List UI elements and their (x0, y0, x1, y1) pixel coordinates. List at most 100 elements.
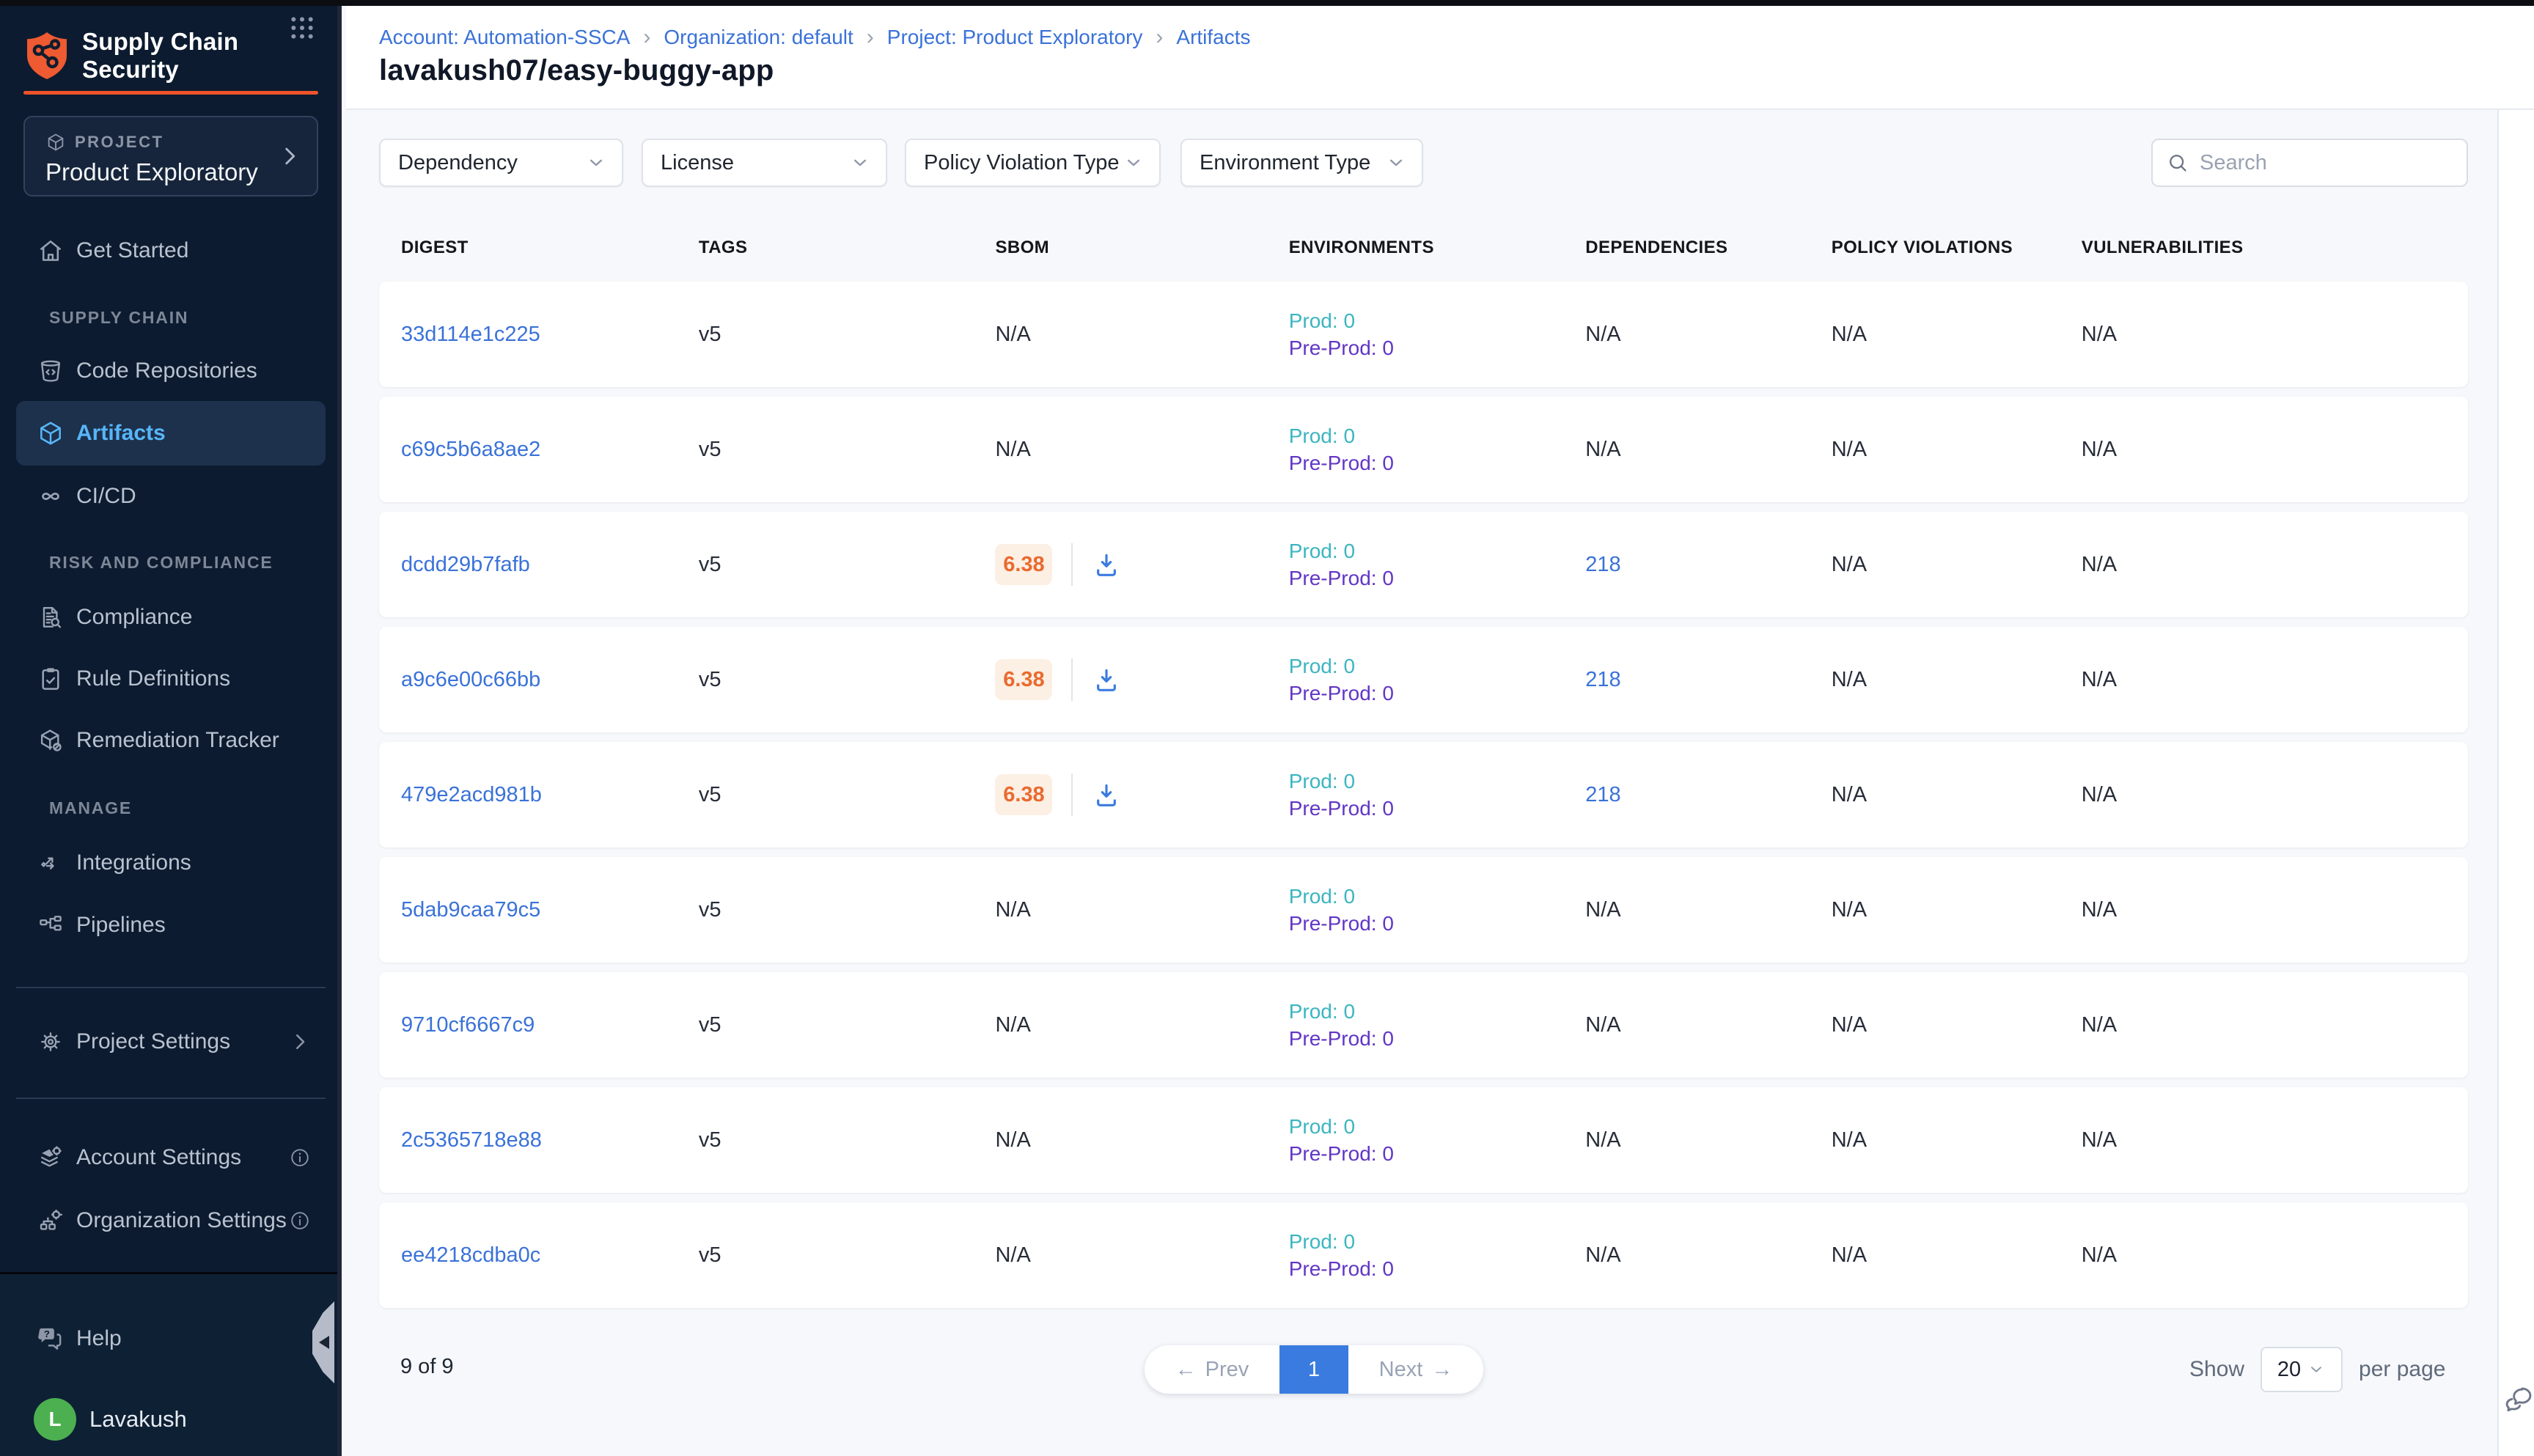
prod-count: Prod: 0 (1289, 537, 1586, 565)
preprod-count: Pre-Prod: 0 (1289, 910, 1586, 937)
digest-link[interactable]: c69c5b6a8ae2 (401, 438, 699, 462)
dependencies-cell: N/A (1585, 1128, 1831, 1152)
digest-link[interactable]: 2c5365718e88 (401, 1128, 699, 1152)
sidebar-item-ci-cd[interactable]: CI/CD (0, 467, 337, 526)
prod-count: Prod: 0 (1289, 1228, 1586, 1255)
row-count: 9 of 9 (400, 1355, 454, 1379)
sbom-cell: N/A (995, 1243, 1288, 1268)
page-size-select[interactable]: 20 (2261, 1347, 2343, 1392)
sbom-cell: N/A (995, 438, 1288, 462)
preprod-count: Pre-Prod: 0 (1289, 680, 1586, 707)
table-header: DIGESTTAGSSBOMENVIRONMENTSDEPENDENCIESPO… (379, 233, 2468, 262)
prod-count: Prod: 0 (1289, 998, 1586, 1025)
sidebar-item-organization-settings[interactable]: Organization Settings (0, 1191, 337, 1250)
environments-cell: Prod: 0Pre-Prod: 0 (1289, 537, 1586, 592)
policy-violations-cell: N/A (1832, 438, 2082, 462)
sbom-score-badge: 6.38 (995, 544, 1052, 585)
column-header-digest: DIGEST (401, 238, 699, 258)
digest-link[interactable]: dcdd29b7fafb (401, 553, 699, 577)
sidebar-item-pipelines[interactable]: Pipelines (0, 896, 337, 955)
dependencies-link[interactable]: 218 (1585, 783, 1831, 807)
digest-link[interactable]: 9710cf6667c9 (401, 1013, 699, 1037)
dependencies-link[interactable]: 218 (1585, 553, 1831, 577)
chevron-down-icon (1123, 152, 1145, 174)
sbom-cell: 6.38 (995, 543, 1288, 586)
ci-cd-icon (37, 482, 65, 510)
table-row: 5dab9caa79c5v5N/AProd: 0Pre-Prod: 0N/AN/… (379, 857, 2468, 963)
preprod-count: Pre-Prod: 0 (1289, 449, 1586, 477)
chevron-down-icon (1385, 152, 1407, 174)
current-page-button[interactable]: 1 (1279, 1345, 1348, 1394)
table-row: a9c6e00c66bbv56.38Prod: 0Pre-Prod: 0218N… (379, 627, 2468, 732)
compliance-icon (37, 603, 65, 631)
search-input[interactable] (2200, 151, 2449, 175)
digest-link[interactable]: a9c6e00c66bb (401, 668, 699, 692)
policy-violations-cell: N/A (1832, 323, 2082, 347)
preprod-count: Pre-Prod: 0 (1289, 565, 1586, 592)
column-header-dependencies: DEPENDENCIES (1585, 238, 1831, 258)
preprod-count: Pre-Prod: 0 (1289, 1255, 1586, 1282)
environments-cell: Prod: 0Pre-Prod: 0 (1289, 998, 1586, 1052)
filter-license[interactable]: License (642, 139, 887, 187)
environments-cell: Prod: 0Pre-Prod: 0 (1289, 307, 1586, 361)
sidebar-item-get-started[interactable]: Get Started (0, 221, 337, 280)
avatar: L (34, 1398, 76, 1441)
environments-cell: Prod: 0Pre-Prod: 0 (1289, 768, 1586, 822)
project-settings-icon (37, 1028, 65, 1056)
sbom-score-badge: 6.38 (995, 774, 1052, 815)
filter-policy-violation-type[interactable]: Policy Violation Type (905, 139, 1161, 187)
sbom-score-badge: 6.38 (995, 659, 1052, 700)
sidebar-item-artifacts[interactable]: Artifacts (16, 401, 326, 466)
digest-link[interactable]: 33d114e1c225 (401, 323, 699, 347)
sidebar-item-rule-definitions[interactable]: Rule Definitions (0, 650, 337, 708)
digest-link[interactable]: 479e2acd981b (401, 783, 699, 807)
sidebar-section-risk-and-compliance: RISK AND COMPLIANCE (49, 553, 273, 573)
sidebar-item-remediation-tracker[interactable]: Remediation Tracker (0, 711, 337, 770)
feedback-chat-icon[interactable] (2502, 1383, 2534, 1416)
breadcrumb-separator: › (867, 25, 874, 50)
svg-text:?: ? (44, 1328, 50, 1339)
sidebar-item-project-settings[interactable]: Project Settings (0, 1012, 337, 1071)
vulnerabilities-cell: N/A (2082, 1243, 2468, 1268)
next-page-button[interactable]: Next → (1348, 1345, 1483, 1394)
digest-link[interactable]: ee4218cdba0c (401, 1243, 699, 1268)
tag-cell: v5 (699, 438, 996, 462)
help-icon: ? (35, 1324, 65, 1353)
download-sbom-icon[interactable] (1092, 550, 1121, 579)
policy-violations-cell: N/A (1832, 668, 2082, 692)
sidebar-item-compliance[interactable]: Compliance (0, 588, 337, 647)
tag-cell: v5 (699, 668, 996, 692)
sidebar-item-integrations[interactable]: Integrations (0, 834, 337, 892)
chevron-down-icon (2307, 1360, 2326, 1379)
filter-dependency[interactable]: Dependency (379, 139, 623, 187)
vulnerabilities-cell: N/A (2082, 1013, 2468, 1037)
info-icon[interactable] (289, 1147, 311, 1169)
arrow-right-icon: → (1431, 1358, 1453, 1382)
sidebar-item-account-settings[interactable]: Account Settings (0, 1128, 337, 1187)
dependencies-link[interactable]: 218 (1585, 668, 1831, 692)
breadcrumb-separator: › (643, 25, 650, 50)
digest-link[interactable]: 5dab9caa79c5 (401, 898, 699, 922)
sidebar-item-help[interactable]: ? Help (0, 1309, 337, 1368)
info-icon[interactable] (289, 1210, 311, 1232)
user-menu[interactable]: L Lavakush (0, 1390, 337, 1449)
filter-environment-type[interactable]: Environment Type (1180, 139, 1423, 187)
tag-cell: v5 (699, 1128, 996, 1152)
table-row: ee4218cdba0cv5N/AProd: 0Pre-Prod: 0N/AN/… (379, 1202, 2468, 1308)
environments-cell: Prod: 0Pre-Prod: 0 (1289, 1228, 1586, 1282)
table-row: 2c5365718e88v5N/AProd: 0Pre-Prod: 0N/AN/… (379, 1087, 2468, 1193)
table-row: dcdd29b7fafbv56.38Prod: 0Pre-Prod: 0218N… (379, 512, 2468, 617)
download-sbom-icon[interactable] (1092, 780, 1121, 809)
table-row: 33d114e1c225v5N/AProd: 0Pre-Prod: 0N/AN/… (379, 282, 2468, 387)
dependencies-cell: N/A (1585, 1013, 1831, 1037)
download-sbom-icon[interactable] (1092, 665, 1121, 694)
breadcrumb-link-organization-default[interactable]: Organization: default (664, 26, 853, 49)
sidebar-divider (16, 987, 326, 988)
prev-page-button[interactable]: ← Prev (1145, 1345, 1279, 1394)
pipelines-icon (37, 911, 65, 939)
breadcrumb-link-account-automation-ssca[interactable]: Account: Automation-SSCA (379, 26, 630, 49)
per-page-label: per page (2359, 1357, 2445, 1382)
sidebar-item-code-repositories[interactable]: Code Repositories (0, 342, 337, 400)
breadcrumb-link-project-product-exploratory[interactable]: Project: Product Exploratory (887, 26, 1143, 49)
breadcrumb-link-artifacts[interactable]: Artifacts (1176, 26, 1250, 49)
